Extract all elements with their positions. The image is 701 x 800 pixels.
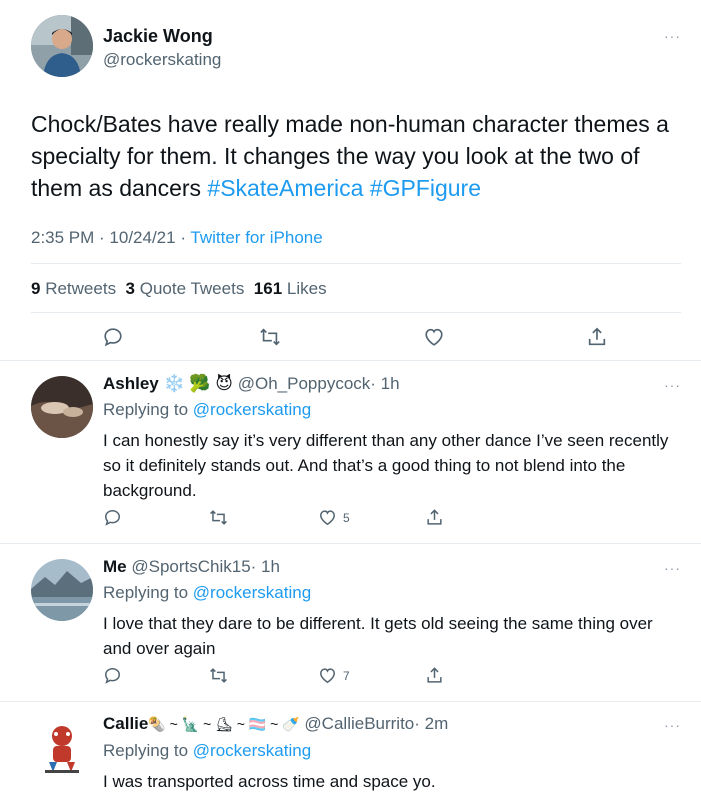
replying-to-label: Replying to bbox=[103, 400, 189, 419]
retweet-icon[interactable] bbox=[208, 666, 229, 685]
hashtag-skateamerica[interactable]: #SkateAmerica bbox=[207, 175, 363, 201]
reply-avatar[interactable] bbox=[31, 376, 93, 438]
tweet-text: Chock/Bates have really made non-human c… bbox=[31, 108, 681, 204]
replying-to-handle[interactable]: @rockerskating bbox=[193, 400, 311, 419]
replying-to: Replying to @rockerskating bbox=[103, 741, 311, 761]
reply-icon[interactable] bbox=[102, 326, 124, 348]
reply-avatar[interactable] bbox=[31, 559, 93, 621]
engagement-stats: 9 Retweets 3 Quote Tweets 161 Likes bbox=[31, 279, 327, 299]
reply-author-name[interactable]: Callie bbox=[103, 714, 148, 733]
retweets-stat[interactable]: 9 Retweets bbox=[31, 279, 116, 298]
like-icon[interactable] bbox=[423, 326, 445, 348]
author-avatar[interactable] bbox=[31, 15, 93, 77]
reply-author-handle[interactable]: @SportsChik15 bbox=[131, 557, 250, 576]
more-icon[interactable]: ··· bbox=[664, 560, 681, 576]
reply-avatar[interactable] bbox=[31, 716, 93, 778]
replying-to-handle[interactable]: @rockerskating bbox=[193, 583, 311, 602]
reply-header: Me @SportsChik15· 1h bbox=[103, 557, 280, 577]
share-icon[interactable] bbox=[425, 508, 444, 527]
reply-icon[interactable] bbox=[103, 508, 122, 527]
retweets-count: 9 bbox=[31, 279, 41, 298]
share-icon[interactable] bbox=[586, 326, 608, 348]
likes-label: Likes bbox=[286, 279, 327, 298]
quotes-label: Quote Tweets bbox=[139, 279, 245, 298]
tweet-timestamp: 2:35 PM · 10/24/21 · Twitter for iPhone bbox=[31, 228, 323, 248]
reply-header: Ashley ❄️ 🥦 😈 @Oh_Poppycock· 1h bbox=[103, 374, 400, 394]
more-icon[interactable]: ··· bbox=[664, 717, 681, 733]
like-count: 7 bbox=[343, 669, 350, 683]
reply-icon[interactable] bbox=[103, 666, 122, 685]
likes-stat[interactable]: 161 Likes bbox=[254, 279, 327, 298]
reply-text: I can honestly say it’s very different t… bbox=[103, 431, 669, 500]
quotes-count: 3 bbox=[125, 279, 135, 298]
likes-count: 161 bbox=[253, 279, 283, 298]
retweet-icon[interactable] bbox=[208, 508, 229, 527]
tweet-source[interactable]: Twitter for iPhone bbox=[190, 228, 322, 247]
share-icon[interactable] bbox=[425, 666, 444, 685]
replying-to-label: Replying to bbox=[103, 741, 189, 760]
reply-author-handle[interactable]: @CallieBurrito bbox=[304, 714, 414, 733]
quotes-stat[interactable]: 3 Quote Tweets bbox=[126, 279, 245, 298]
reply-time[interactable]: · 2m bbox=[414, 714, 448, 733]
more-icon[interactable]: ··· bbox=[664, 377, 681, 393]
replying-to: Replying to @rockerskating bbox=[103, 583, 311, 603]
author-name[interactable]: Jackie Wong bbox=[103, 26, 213, 47]
reply-author-name[interactable]: Ashley bbox=[103, 374, 159, 393]
tweet-time[interactable]: 2:35 PM · 10/24/21 · bbox=[31, 228, 190, 247]
reply-time[interactable]: · 1h bbox=[251, 557, 280, 576]
replying-to-handle[interactable]: @rockerskating bbox=[193, 741, 311, 760]
name-emojis: 🌯 ~ 🗽 ~ ⛸ ~ 🏳️‍⚧️ ~ 🍼 bbox=[148, 716, 300, 732]
like-icon[interactable] bbox=[318, 666, 337, 685]
hashtag-gpfigure[interactable]: #GPFigure bbox=[370, 175, 481, 201]
reply-author-handle[interactable]: @Oh_Poppycock bbox=[238, 374, 371, 393]
like-icon[interactable] bbox=[318, 508, 337, 527]
like-count: 5 bbox=[343, 511, 350, 525]
more-icon[interactable]: ··· bbox=[664, 28, 681, 44]
reply-text: I was transported across time and space … bbox=[103, 772, 436, 791]
replying-to: Replying to @rockerskating bbox=[103, 400, 311, 420]
author-handle[interactable]: @rockerskating bbox=[103, 50, 221, 70]
name-emojis: ❄️ 🥦 😈 bbox=[163, 374, 233, 393]
retweet-icon[interactable] bbox=[258, 326, 282, 348]
reply-header: Callie🌯 ~ 🗽 ~ ⛸ ~ 🏳️‍⚧️ ~ 🍼 @CallieBurri… bbox=[103, 714, 448, 734]
reply-author-name[interactable]: Me bbox=[103, 557, 127, 576]
reply-time[interactable]: · 1h bbox=[370, 374, 399, 393]
reply-text: I love that they dare to be different. I… bbox=[103, 614, 653, 658]
replying-to-label: Replying to bbox=[103, 583, 189, 602]
retweets-label: Retweets bbox=[45, 279, 117, 298]
